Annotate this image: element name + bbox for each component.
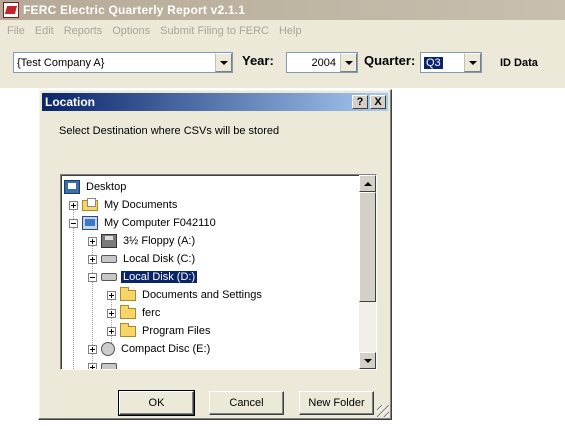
floppy-icon — [101, 234, 117, 248]
expand-plus-icon[interactable] — [107, 326, 116, 336]
tree-item-label: Compact Disc (E:) — [121, 343, 211, 355]
year-select[interactable]: 2004 — [286, 52, 358, 73]
app-icon — [3, 2, 19, 18]
scroll-down-icon[interactable] — [359, 352, 376, 369]
folder-icon — [120, 286, 136, 301]
year-dropdown-arrow-icon[interactable] — [340, 53, 357, 72]
disk-icon — [101, 273, 117, 281]
scroll-up-icon[interactable] — [359, 175, 376, 192]
tree-item-partial[interactable] — [88, 358, 121, 369]
close-button[interactable]: X — [370, 95, 386, 109]
menu-bar: File Edit Reports Options Submit Filing … — [0, 20, 565, 42]
menu-file[interactable]: File — [2, 25, 30, 37]
company-select[interactable]: {Test Company A} — [13, 52, 233, 73]
my-documents-icon — [82, 197, 98, 211]
scroll-thumb[interactable] — [359, 192, 376, 302]
collapse-minus-icon[interactable] — [69, 218, 78, 228]
year-label: Year: — [242, 53, 274, 68]
tree-item-desktop[interactable]: Desktop — [64, 178, 128, 196]
menu-submit-filing[interactable]: Submit Filing to FERC — [155, 25, 274, 37]
menu-options[interactable]: Options — [107, 25, 155, 37]
computer-icon — [82, 216, 98, 230]
company-dropdown-arrow-icon[interactable] — [215, 53, 232, 72]
expand-plus-icon[interactable] — [107, 308, 116, 318]
new-folder-button[interactable]: New Folder — [299, 391, 374, 415]
disk-icon — [101, 255, 117, 263]
quarter-select[interactable]: Q3 — [420, 52, 482, 73]
quarter-dropdown-arrow-icon[interactable] — [464, 53, 481, 72]
cancel-button[interactable]: Cancel — [209, 391, 284, 415]
quarter-label: Quarter: — [364, 53, 416, 68]
expand-plus-icon[interactable] — [88, 254, 97, 264]
tree-item-label: ferc — [142, 307, 161, 319]
folder-tree[interactable]: Desktop My Documents My Computer F042110… — [60, 174, 377, 370]
menu-help[interactable]: Help — [274, 25, 307, 37]
tree-item-label: Documents and Settings — [142, 289, 262, 301]
expand-plus-icon[interactable] — [69, 200, 78, 210]
tree-item-label: My Computer F042110 — [104, 217, 216, 229]
tree-item-label: 3½ Floppy (A:) — [123, 235, 196, 247]
expand-plus-icon[interactable] — [88, 344, 97, 354]
quarter-value: Q3 — [424, 56, 443, 69]
tree-item-label: Program Files — [142, 325, 211, 337]
expand-plus-icon[interactable] — [107, 290, 116, 300]
id-data-label[interactable]: ID Data — [500, 57, 538, 69]
tree-item-floppy[interactable]: 3½ Floppy (A:) — [88, 232, 197, 250]
menu-edit[interactable]: Edit — [30, 25, 59, 37]
expand-plus-icon[interactable] — [88, 236, 97, 246]
cd-icon — [101, 342, 115, 356]
tree-item-local-disk-d[interactable]: Local Disk (D:) — [88, 268, 198, 286]
tree-item-label: My Documents — [104, 199, 178, 211]
tree-item-label: Desktop — [86, 181, 127, 193]
dialog-title: Location — [45, 95, 95, 109]
tree-item-compact-disc[interactable]: Compact Disc (E:) — [88, 340, 212, 358]
location-dialog: Location ? X Select Destination where CS… — [38, 89, 392, 420]
folder-icon — [120, 322, 136, 337]
disk-icon — [101, 363, 117, 369]
desktop-icon — [64, 180, 80, 194]
app-title-bar[interactable]: FERC Electric Quarterly Report v2.1.1 — [0, 0, 565, 20]
year-value: 2004 — [311, 56, 336, 69]
help-button[interactable]: ? — [352, 95, 368, 109]
tree-item-program-files[interactable]: Program Files — [107, 322, 212, 340]
tree-item-my-computer[interactable]: My Computer F042110 — [69, 214, 218, 232]
menu-reports[interactable]: Reports — [59, 25, 108, 37]
tree-item-documents-and-settings[interactable]: Documents and Settings — [107, 286, 264, 304]
tree-item-local-disk-c[interactable]: Local Disk (C:) — [88, 250, 197, 268]
resize-grip-icon[interactable] — [377, 405, 389, 417]
dialog-message: Select Destination where CSVs will be st… — [59, 125, 280, 137]
folder-icon — [120, 304, 136, 319]
app-title: FERC Electric Quarterly Report v2.1.1 — [23, 3, 246, 17]
ok-button[interactable]: OK — [118, 390, 195, 416]
tree-item-ferc[interactable]: ferc — [107, 304, 162, 322]
tree-item-label: Local Disk (C:) — [123, 253, 196, 265]
tree-scrollbar[interactable] — [359, 175, 376, 369]
dialog-title-bar[interactable]: Location ? X — [42, 93, 388, 111]
tree-item-label-selected: Local Disk (D:) — [121, 271, 198, 283]
collapse-minus-icon[interactable] — [88, 272, 97, 282]
toolbar: {Test Company A} Year: 2004 Quarter: Q3 … — [0, 42, 565, 88]
company-value: {Test Company A} — [17, 56, 105, 69]
tree-item-my-documents[interactable]: My Documents — [69, 196, 179, 214]
expand-plus-icon[interactable] — [88, 362, 97, 369]
